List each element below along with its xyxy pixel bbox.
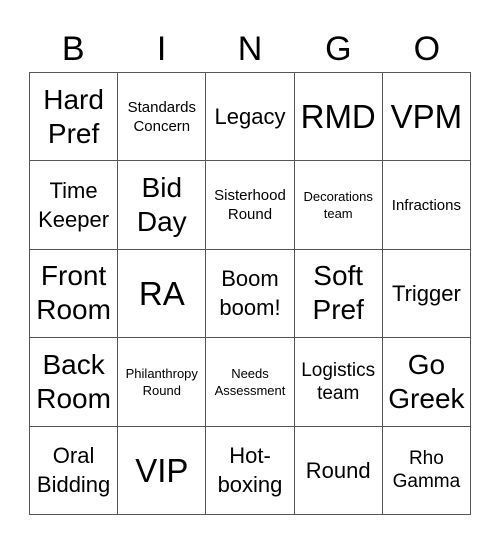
- bingo-cell[interactable]: VPM: [382, 73, 471, 162]
- bingo-cell[interactable]: Legacy: [206, 73, 295, 162]
- bingo-cell[interactable]: Logistics team: [294, 338, 383, 427]
- bingo-cell[interactable]: Hard Pref: [30, 73, 119, 162]
- bingo-cell[interactable]: Philanthropy Round: [118, 338, 207, 427]
- bingo-cell[interactable]: Rho Gamma: [382, 426, 471, 515]
- header-letter-b: B: [61, 30, 85, 68]
- bingo-cell[interactable]: RMD: [294, 73, 383, 162]
- bingo-cell[interactable]: Trigger: [382, 249, 471, 339]
- bingo-cell[interactable]: Bid Day: [118, 161, 207, 250]
- bingo-cell[interactable]: Soft Pref: [294, 249, 383, 339]
- bingo-cell[interactable]: Back Room: [30, 338, 119, 427]
- header-letter-n: N: [237, 30, 263, 68]
- bingo-cell[interactable]: Oral Bidding: [30, 426, 119, 515]
- bingo-cell[interactable]: RA: [118, 249, 207, 339]
- bingo-cell[interactable]: Infractions: [382, 161, 471, 250]
- bingo-cell[interactable]: Hot- boxing: [206, 426, 295, 515]
- bingo-cell[interactable]: Boom boom!: [206, 249, 295, 339]
- bingo-cell[interactable]: Sisterhood Round: [206, 161, 295, 250]
- bingo-cell[interactable]: Standards Concern: [118, 73, 207, 162]
- bingo-cell[interactable]: Decorations team: [294, 161, 383, 250]
- bingo-cell[interactable]: Needs Assessment: [206, 338, 295, 427]
- header-letter-g: G: [325, 30, 352, 68]
- bingo-cell[interactable]: Go Greek: [382, 338, 471, 427]
- bingo-cell[interactable]: Time Keeper: [30, 161, 119, 250]
- bingo-cell[interactable]: Round: [294, 426, 383, 515]
- bingo-cell[interactable]: Front Room: [30, 249, 119, 339]
- bingo-grid: Hard Pref Standards Concern Legacy RMD VPM Ti…: [29, 72, 471, 515]
- header-letter-o: O: [413, 30, 441, 68]
- bingo-cell[interactable]: VIP: [118, 426, 207, 515]
- bingo-header: B I N G O: [29, 26, 471, 72]
- header-letter-i: I: [156, 30, 167, 68]
